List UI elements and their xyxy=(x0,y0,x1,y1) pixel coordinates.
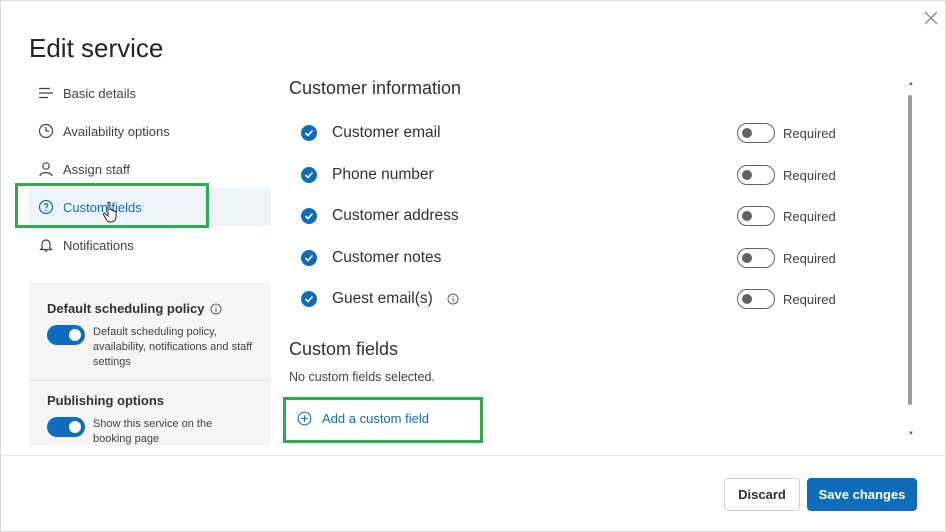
dialog-title: Edit service xyxy=(29,33,164,63)
default-policy-title-text: Default scheduling policy xyxy=(47,301,205,316)
default-policy-section: Default scheduling policy Default schedu… xyxy=(29,283,271,380)
close-icon xyxy=(924,11,938,24)
save-changes-button[interactable]: Save changes xyxy=(807,478,917,511)
info-icon[interactable] xyxy=(447,293,459,305)
footer-divider xyxy=(1,455,946,456)
person-icon xyxy=(37,160,55,178)
sidebar-nav: Basic details Availability options Assig… xyxy=(29,74,271,264)
checkmark-icon[interactable] xyxy=(301,167,317,183)
main-scrollbar[interactable]: ▲ ▼ xyxy=(906,81,914,439)
field-label: Guest email(s) xyxy=(332,290,459,308)
required-toggle[interactable] xyxy=(737,123,775,143)
add-custom-field-label: Add a custom field xyxy=(322,411,429,426)
default-policy-title: Default scheduling policy xyxy=(47,301,253,316)
field-label: Customer address xyxy=(332,207,459,224)
checkmark-icon[interactable] xyxy=(301,125,317,141)
lines-icon xyxy=(37,84,55,102)
sidebar-item-label: Assign staff xyxy=(63,161,130,177)
required-label: Required xyxy=(783,250,836,266)
publishing-row: Show this service on the booking page xyxy=(47,417,253,445)
discard-button[interactable]: Discard xyxy=(724,478,800,511)
edit-service-dialog: Edit service Basic details Availability … xyxy=(0,0,946,532)
customer-information-title: Customer information xyxy=(289,78,462,98)
add-custom-field-button[interactable]: Add a custom field xyxy=(297,411,429,426)
required-label: Required xyxy=(783,208,836,224)
hand-cursor-icon xyxy=(102,201,117,223)
scroll-up-arrow-icon[interactable]: ▲ xyxy=(908,81,914,87)
field-row-customer-email: Customer email Required xyxy=(301,118,861,148)
required-toggle[interactable] xyxy=(737,206,775,226)
info-icon[interactable] xyxy=(210,303,222,315)
sidebar-item-custom-fields[interactable]: Custom fields xyxy=(29,188,271,226)
required-toggle[interactable] xyxy=(737,165,775,185)
default-policy-description: Default scheduling policy, availability,… xyxy=(93,326,253,368)
field-row-customer-notes: Customer notes Required xyxy=(301,243,861,273)
sidebar-item-label: Availability options xyxy=(63,123,170,139)
sidebar-item-label: Basic details xyxy=(63,85,136,101)
no-custom-fields-text: No custom fields selected. xyxy=(289,370,435,384)
sidebar-item-availability-options[interactable]: Availability options xyxy=(29,112,271,150)
required-toggle[interactable] xyxy=(737,248,775,268)
field-label: Customer email xyxy=(332,124,441,141)
publishing-options-section: Publishing options Show this service on … xyxy=(29,380,271,445)
checkmark-icon[interactable] xyxy=(301,208,317,224)
checkmark-icon[interactable] xyxy=(301,250,317,266)
required-label: Required xyxy=(783,167,836,183)
bell-icon xyxy=(37,236,55,254)
sidebar-item-label: Notifications xyxy=(63,237,134,253)
policy-panel: Default scheduling policy Default schedu… xyxy=(29,283,271,445)
field-label: Phone number xyxy=(332,166,434,183)
clock-icon xyxy=(37,122,55,140)
default-policy-toggle[interactable] xyxy=(47,325,85,345)
checkmark-icon[interactable] xyxy=(301,291,317,307)
field-row-guest-emails: Guest email(s) Required xyxy=(301,284,861,314)
publishing-options-title: Publishing options xyxy=(47,393,164,408)
field-row-customer-address: Customer address Required xyxy=(301,201,861,231)
plus-circle-icon xyxy=(297,411,312,426)
default-policy-row: Default scheduling policy, availability,… xyxy=(47,325,253,370)
publishing-toggle[interactable] xyxy=(47,417,85,437)
close-button[interactable] xyxy=(919,7,943,31)
sidebar-item-assign-staff[interactable]: Assign staff xyxy=(29,150,271,188)
sidebar-item-notifications[interactable]: Notifications xyxy=(29,226,271,264)
scroll-thumb[interactable] xyxy=(908,95,912,405)
scroll-down-arrow-icon[interactable]: ▼ xyxy=(908,431,914,437)
sidebar-item-basic-details[interactable]: Basic details xyxy=(29,74,271,112)
custom-fields-title: Custom fields xyxy=(289,339,399,359)
question-circle-icon xyxy=(37,198,55,216)
publishing-description: Show this service on the booking page xyxy=(93,418,213,445)
required-label: Required xyxy=(783,291,836,307)
field-row-phone-number: Phone number Required xyxy=(301,160,861,190)
field-label: Customer notes xyxy=(332,249,442,266)
required-label: Required xyxy=(783,125,836,141)
field-label-text: Guest email(s) xyxy=(332,290,433,307)
required-toggle[interactable] xyxy=(737,289,775,309)
